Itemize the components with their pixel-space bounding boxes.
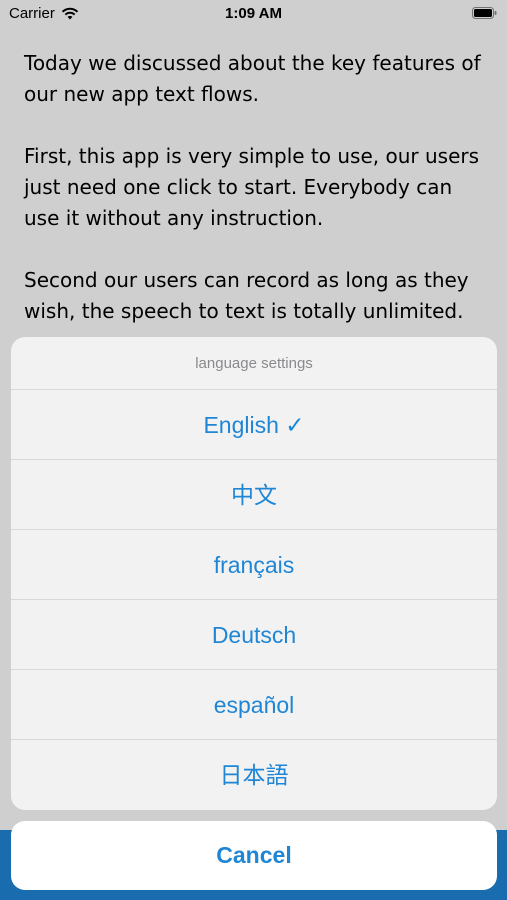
action-sheet-title: language settings xyxy=(11,337,497,390)
language-action-sheet: language settings English ✓ 中文 français … xyxy=(11,337,497,810)
language-option-english[interactable]: English ✓ xyxy=(11,390,497,460)
cancel-button[interactable]: Cancel xyxy=(11,821,497,890)
language-option-chinese[interactable]: 中文 xyxy=(11,460,497,530)
language-option-french[interactable]: français xyxy=(11,530,497,600)
language-option-spanish[interactable]: español xyxy=(11,670,497,740)
language-option-german[interactable]: Deutsch xyxy=(11,600,497,670)
language-option-japanese[interactable]: 日本語 xyxy=(11,740,497,810)
